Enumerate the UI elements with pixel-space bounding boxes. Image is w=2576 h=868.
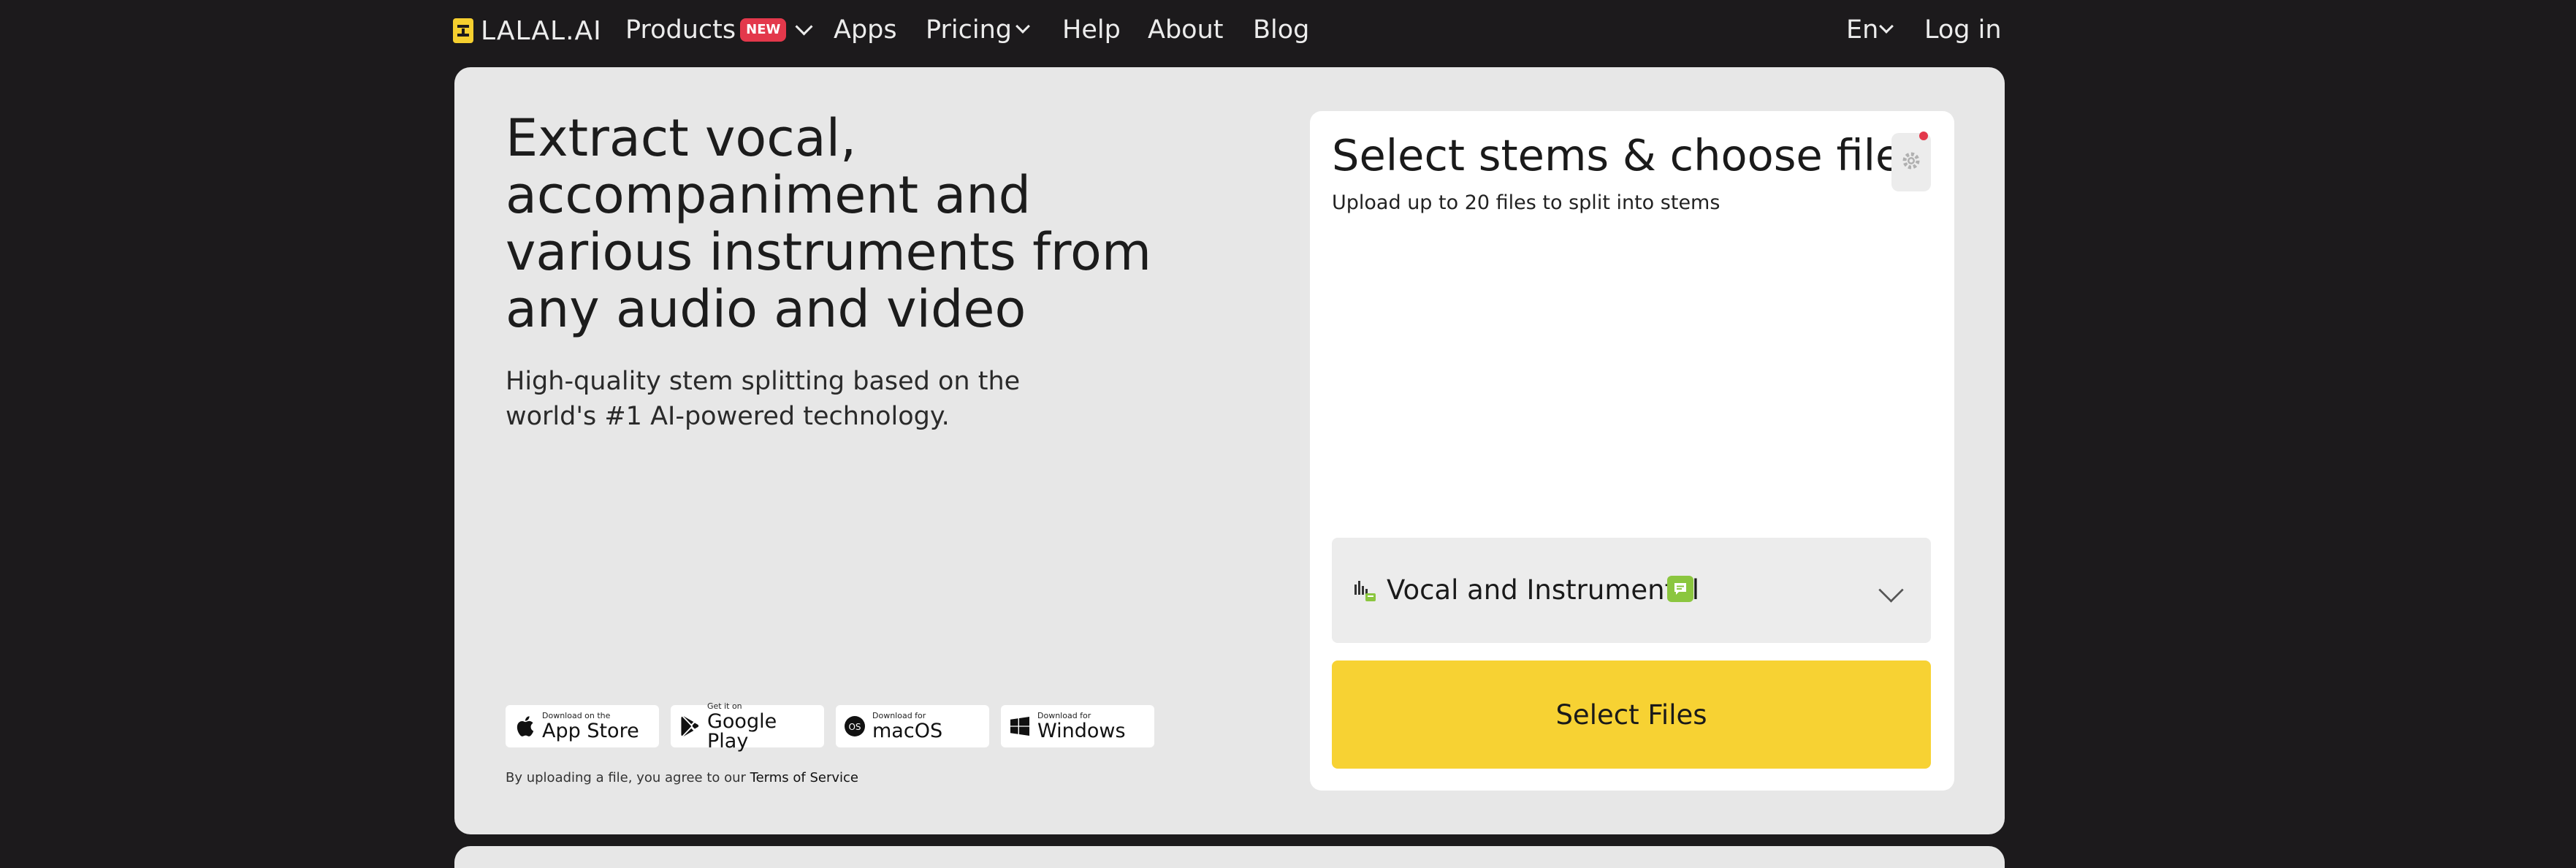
- apple-icon: [513, 715, 536, 738]
- upload-card-subtitle: Upload up to 20 files to split into stem…: [1332, 191, 1720, 214]
- store-small-label: Download for: [872, 711, 926, 720]
- nav-about[interactable]: About: [1148, 13, 1223, 47]
- store-big-label: Google Play: [706, 709, 777, 753]
- google-play-badge[interactable]: Get it on Google Play: [671, 702, 824, 751]
- gear-icon: [1902, 151, 1921, 173]
- nav-blog-label: Blog: [1253, 15, 1310, 45]
- legal-notice: By uploading a file, you agree to our Te…: [506, 770, 858, 785]
- windows-text: Download for Windows: [1037, 712, 1126, 741]
- nav-apps-label: Apps: [834, 15, 897, 45]
- store-badges: Download on the App Store Get it on Goog…: [506, 702, 1154, 751]
- nav-help-label: Help: [1062, 15, 1121, 45]
- stem-selected-label: Vocal and Instrumental: [1387, 574, 1700, 606]
- hero-subheadline: High-quality stem splitting based on the…: [506, 367, 1021, 431]
- language-label: En: [1846, 15, 1879, 45]
- macos-text: Download for macOS: [872, 712, 942, 741]
- legal-text: By uploading a file, you agree to our: [506, 770, 750, 785]
- store-small-label: Download on the: [542, 711, 611, 720]
- upload-card: Select stems & choose files Upload up to…: [1310, 111, 1954, 791]
- store-big-label: Windows: [1037, 720, 1126, 742]
- app-store-badge[interactable]: Download on the App Store: [506, 705, 659, 747]
- hero-section: Extract vocal, accompaniment and various…: [454, 67, 2005, 834]
- nav-help[interactable]: Help: [1062, 13, 1121, 47]
- login-label: Log in: [1924, 15, 2002, 45]
- notification-dot: [1919, 132, 1928, 140]
- select-files-button[interactable]: Select Files: [1332, 660, 1931, 769]
- macos-badge[interactable]: OS Download for macOS: [836, 705, 989, 747]
- macos-icon: OS: [843, 715, 866, 738]
- logo-mark-icon: [453, 18, 473, 43]
- new-badge: NEW: [740, 18, 787, 42]
- chevron-down-icon: [1878, 577, 1904, 603]
- logo-text: LALAL.AI: [481, 15, 602, 46]
- app-store-text: Download on the App Store: [542, 712, 639, 741]
- settings-button[interactable]: [1891, 132, 1931, 191]
- logo[interactable]: LALAL.AI: [453, 15, 602, 46]
- login-link[interactable]: Log in: [1924, 13, 2002, 47]
- chevron-down-icon: [1879, 19, 1894, 34]
- speech-bubble-icon: [1667, 576, 1693, 602]
- nav-products-label: Products: [625, 15, 736, 45]
- nav-blog[interactable]: Blog: [1253, 13, 1309, 47]
- windows-badge[interactable]: Download for Windows: [1001, 705, 1154, 747]
- language-selector[interactable]: En: [1846, 13, 1894, 47]
- store-big-label: App Store: [542, 720, 639, 742]
- store-small-label: Get it on: [706, 701, 742, 711]
- upload-card-title: Select stems & choose files: [1332, 130, 1925, 180]
- chevron-down-icon: [1015, 19, 1030, 34]
- top-navbar: LALAL.AI Products NEW Apps Pricing Help …: [0, 0, 2576, 61]
- stems-icon: [1354, 577, 1379, 605]
- nav-products[interactable]: Products NEW: [625, 13, 813, 47]
- nav-pricing-label: Pricing: [926, 15, 1012, 45]
- next-section-edge: [454, 846, 2005, 868]
- google-play-text: Get it on Google Play: [707, 702, 824, 751]
- chevron-down-icon: [795, 17, 813, 36]
- nav-about-label: About: [1148, 15, 1224, 45]
- terms-of-service-link[interactable]: Terms of Service: [750, 770, 858, 785]
- stem-selector-dropdown[interactable]: Vocal and Instrumental: [1332, 538, 1931, 643]
- google-play-icon: [678, 715, 701, 738]
- store-big-label: macOS: [872, 720, 943, 742]
- windows-icon: [1008, 715, 1032, 738]
- nav-apps[interactable]: Apps: [834, 13, 897, 47]
- store-small-label: Download for: [1037, 711, 1091, 720]
- hero-headline: Extract vocal, accompaniment and various…: [506, 108, 1152, 339]
- nav-pricing[interactable]: Pricing: [926, 13, 1030, 47]
- svg-text:OS: OS: [848, 722, 861, 732]
